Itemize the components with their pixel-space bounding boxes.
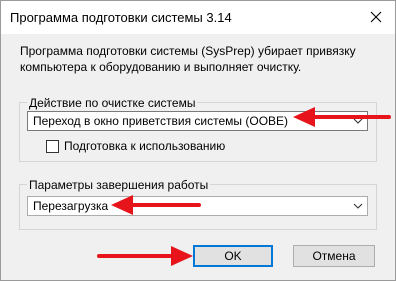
chevron-down-icon (353, 203, 363, 209)
window-title: Программа подготовки системы 3.14 (10, 10, 232, 25)
description-text: Программа подготовки системы (SysPrep) у… (20, 44, 356, 74)
annotation-arrow-cleanup (293, 107, 391, 127)
generalize-checkbox[interactable] (46, 139, 59, 153)
shutdown-options-legend: Параметры завершения работы (27, 178, 211, 192)
generalize-label: Подготовка к использованию (64, 139, 226, 153)
annotation-arrow-ok (97, 246, 193, 266)
generalize-checkbox-row[interactable]: Подготовка к использованию (46, 138, 225, 154)
ok-button[interactable]: OK (193, 245, 273, 267)
close-icon (370, 11, 382, 23)
sysprep-dialog: Программа подготовки системы 3.14 Програ… (0, 0, 396, 281)
cancel-button[interactable]: Отмена (293, 245, 375, 267)
cleanup-action-value: Переход в окно приветствия системы (OOBE… (33, 114, 289, 128)
annotation-arrow-shutdown (111, 195, 201, 215)
title-bar[interactable]: Программа подготовки системы 3.14 (1, 1, 395, 34)
shutdown-options-value: Перезагрузка (33, 199, 109, 213)
cleanup-action-legend: Действие по очистке системы (27, 96, 198, 110)
close-button[interactable] (361, 3, 391, 31)
